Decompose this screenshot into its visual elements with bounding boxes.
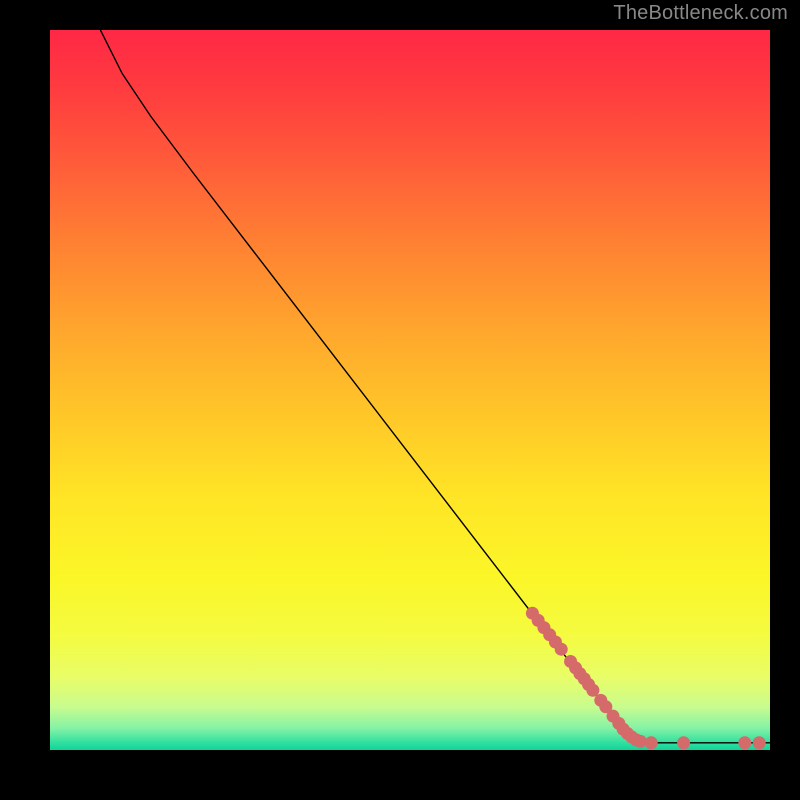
chart-marker-group <box>526 607 766 750</box>
watermark-text: TheBottleneck.com <box>613 2 788 25</box>
chart-marker <box>555 643 568 656</box>
chart-curve <box>100 30 770 743</box>
chart-marker <box>738 736 751 749</box>
chart-plot-area <box>50 30 770 750</box>
chart-marker <box>753 736 766 749</box>
chart-marker <box>645 736 658 749</box>
chart-overlay-svg <box>50 30 770 750</box>
chart-marker <box>677 736 690 749</box>
